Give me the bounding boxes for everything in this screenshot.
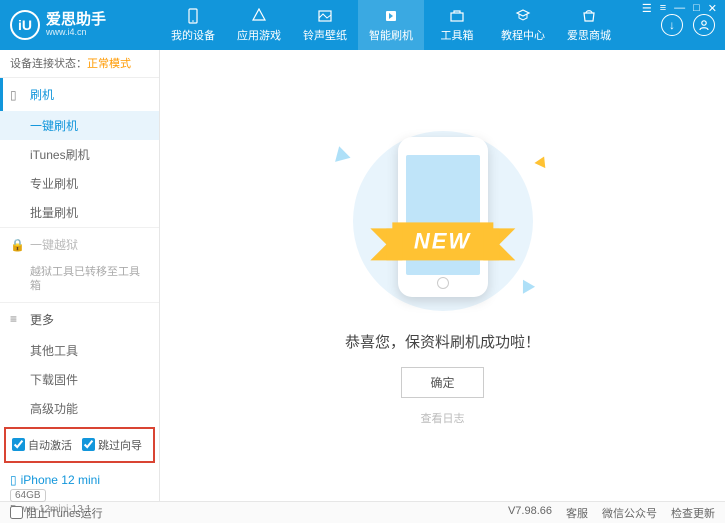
maximize-icon[interactable]: □: [693, 2, 700, 15]
success-message: 恭喜您，保资料刷机成功啦！: [345, 331, 540, 352]
logo-icon: iU: [10, 10, 40, 40]
wallpaper-icon: [316, 7, 334, 25]
titlebar: iU 爱思助手 www.i4.cn 我的设备 应用游戏 铃声壁纸 智能刷机 工具…: [0, 0, 725, 50]
logo: iU 爱思助手 www.i4.cn: [10, 10, 160, 40]
apps-icon: [250, 7, 268, 25]
tutorial-icon: [514, 7, 532, 25]
phone-graphic: [398, 137, 488, 297]
sidebar-item-other[interactable]: 其他工具: [0, 336, 159, 365]
wechat-link[interactable]: 微信公众号: [602, 505, 657, 521]
success-illustration: NEW: [313, 126, 573, 316]
app-name: 爱思助手: [46, 12, 106, 29]
skip-guide-checkbox[interactable]: 跳过向导: [82, 437, 142, 453]
jailbreak-note: 越狱工具已转移至工具箱: [0, 261, 159, 302]
device-storage: 64GB: [10, 489, 46, 502]
main-nav: 我的设备 应用游戏 铃声壁纸 智能刷机 工具箱 教程中心 爱思商城: [160, 0, 661, 50]
device-name: ▯ iPhone 12 mini: [10, 473, 149, 487]
nav-store[interactable]: 爱思商城: [556, 0, 622, 50]
close-icon[interactable]: ✕: [708, 2, 717, 15]
nav-my-device[interactable]: 我的设备: [160, 0, 226, 50]
store-icon: [580, 7, 598, 25]
sidebar-flash[interactable]: ▯ 刷机: [0, 78, 159, 111]
sidebar-item-download[interactable]: 下载固件: [0, 365, 159, 394]
sidebar-item-advanced[interactable]: 高级功能: [0, 394, 159, 423]
service-link[interactable]: 客服: [566, 505, 588, 521]
ok-button[interactable]: 确定: [401, 367, 483, 398]
nav-apps[interactable]: 应用游戏: [226, 0, 292, 50]
device-icon: [184, 7, 202, 25]
phone-icon: ▯: [10, 88, 24, 102]
sidebar-item-itunes[interactable]: iTunes刷机: [0, 140, 159, 169]
user-button[interactable]: [693, 14, 715, 36]
sidebar-item-oneclick[interactable]: 一键刷机: [0, 111, 159, 140]
block-itunes-checkbox[interactable]: 阻止iTunes运行: [10, 505, 103, 521]
app-url: www.i4.cn: [46, 28, 106, 38]
sidebar: 设备连接状态：正常模式 ▯ 刷机 一键刷机 iTunes刷机 专业刷机 批量刷机…: [0, 50, 160, 501]
main-content: NEW 恭喜您，保资料刷机成功啦！ 确定 查看日志: [160, 50, 725, 501]
nav-tutorials[interactable]: 教程中心: [490, 0, 556, 50]
options-row: 自动激活 跳过向导: [4, 427, 155, 463]
sidebar-more[interactable]: ≡ 更多: [0, 303, 159, 336]
sidebar-jailbreak: 🔒 一键越狱: [0, 228, 159, 261]
device-icon: ▯: [10, 473, 17, 487]
window-controls: ☰ ≡ — □ ✕: [642, 2, 717, 15]
flash-icon: [382, 7, 400, 25]
minimize-icon[interactable]: —: [674, 2, 685, 15]
check-update-link[interactable]: 检查更新: [671, 505, 715, 521]
download-button[interactable]: ↓: [661, 14, 683, 36]
menu-icon[interactable]: ☰: [642, 2, 652, 15]
connection-status: 设备连接状态：正常模式: [0, 50, 159, 78]
lock-icon: 🔒: [10, 238, 24, 252]
version-label: V7.98.66: [508, 505, 552, 521]
menu-icon: ≡: [10, 312, 24, 326]
toolbox-icon: [448, 7, 466, 25]
sidebar-item-pro[interactable]: 专业刷机: [0, 169, 159, 198]
nav-ringtones[interactable]: 铃声壁纸: [292, 0, 358, 50]
settings-icon[interactable]: ≡: [660, 2, 666, 15]
auto-activate-checkbox[interactable]: 自动激活: [12, 437, 72, 453]
new-ribbon: NEW: [392, 222, 493, 260]
nav-toolbox[interactable]: 工具箱: [424, 0, 490, 50]
view-log-link[interactable]: 查看日志: [421, 410, 465, 426]
header-right: ↓: [661, 14, 715, 36]
nav-flash[interactable]: 智能刷机: [358, 0, 424, 50]
sidebar-item-batch[interactable]: 批量刷机: [0, 198, 159, 227]
